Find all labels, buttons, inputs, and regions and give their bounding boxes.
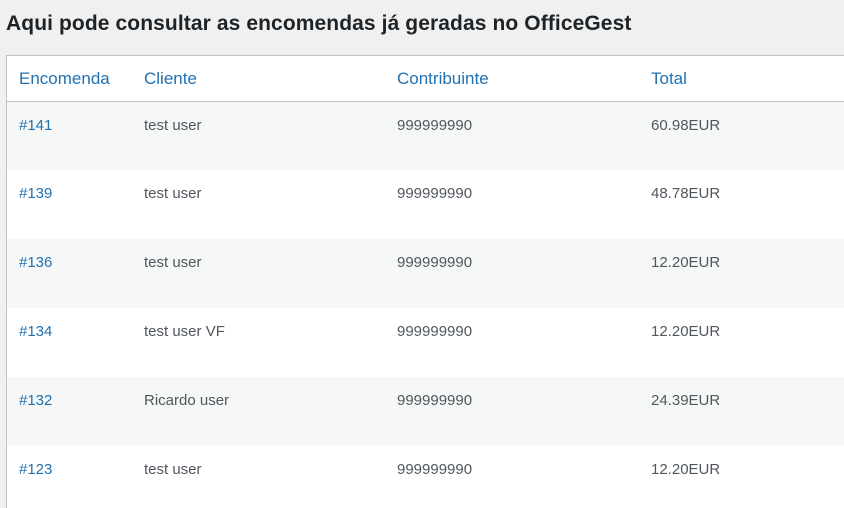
cell-order: #132	[7, 377, 144, 446]
cell-total: 12.20EUR	[651, 254, 721, 271]
table-row: #132 Ricardo user 999999990 24.39EUR	[7, 377, 844, 446]
table-row: #141 test user 999999990 60.98EUR	[7, 101, 844, 170]
cell-client: test user	[144, 461, 202, 478]
cell-taxpayer: 999999990	[397, 185, 473, 202]
order-link[interactable]: #139	[19, 185, 52, 202]
table-body: #141 test user 999999990 60.98EUR #139 t…	[7, 101, 844, 508]
cell-taxpayer: 999999990	[397, 323, 473, 340]
cell-order: #134	[7, 308, 144, 377]
cell-client: Ricardo user	[144, 392, 230, 409]
order-link[interactable]: #123	[19, 461, 52, 478]
column-header-cliente[interactable]: Cliente	[144, 56, 397, 101]
cell-total: 24.39EUR	[651, 392, 721, 409]
cell-order: #123	[7, 446, 144, 508]
cell-total: 12.20EUR	[651, 323, 721, 340]
orders-table: Encomenda Cliente Contribuinte Total #14…	[7, 56, 844, 508]
order-link[interactable]: #136	[19, 254, 52, 271]
orders-table-container: Encomenda Cliente Contribuinte Total #14…	[6, 55, 844, 508]
column-header-total[interactable]: Total	[651, 56, 844, 101]
cell-client: test user	[144, 185, 202, 202]
order-link[interactable]: #141	[19, 117, 52, 134]
cell-order: #139	[7, 170, 144, 239]
column-header-encomenda[interactable]: Encomenda	[7, 56, 144, 101]
cell-client: test user VF	[144, 323, 225, 340]
cell-order: #136	[7, 239, 144, 308]
cell-client: test user	[144, 254, 202, 271]
cell-total: 48.78EUR	[651, 185, 721, 202]
table-row: #139 test user 999999990 48.78EUR	[7, 170, 844, 239]
header-row: Encomenda Cliente Contribuinte Total	[7, 56, 844, 101]
table-row: #134 test user VF 999999990 12.20EUR	[7, 308, 844, 377]
cell-taxpayer: 999999990	[397, 461, 473, 478]
cell-total: 60.98EUR	[651, 116, 721, 134]
page-title: Aqui pode consultar as encomendas já ger…	[6, 12, 632, 35]
order-link[interactable]: #132	[19, 392, 52, 409]
column-header-contribuinte[interactable]: Contribuinte	[397, 56, 651, 101]
table-row: #136 test user 999999990 12.20EUR	[7, 239, 844, 308]
cell-taxpayer: 999999990	[397, 392, 473, 409]
page: Aqui pode consultar as encomendas já ger…	[0, 0, 844, 508]
cell-order: #141	[7, 101, 144, 170]
cell-taxpayer: 999999990	[397, 254, 473, 271]
cell-taxpayer: 999999990	[397, 116, 473, 134]
cell-total: 12.20EUR	[651, 461, 721, 478]
table-row: #123 test user 999999990 12.20EUR	[7, 446, 844, 508]
table-header: Encomenda Cliente Contribuinte Total	[7, 56, 844, 101]
cell-client: test user	[144, 116, 202, 134]
order-link[interactable]: #134	[19, 323, 52, 340]
